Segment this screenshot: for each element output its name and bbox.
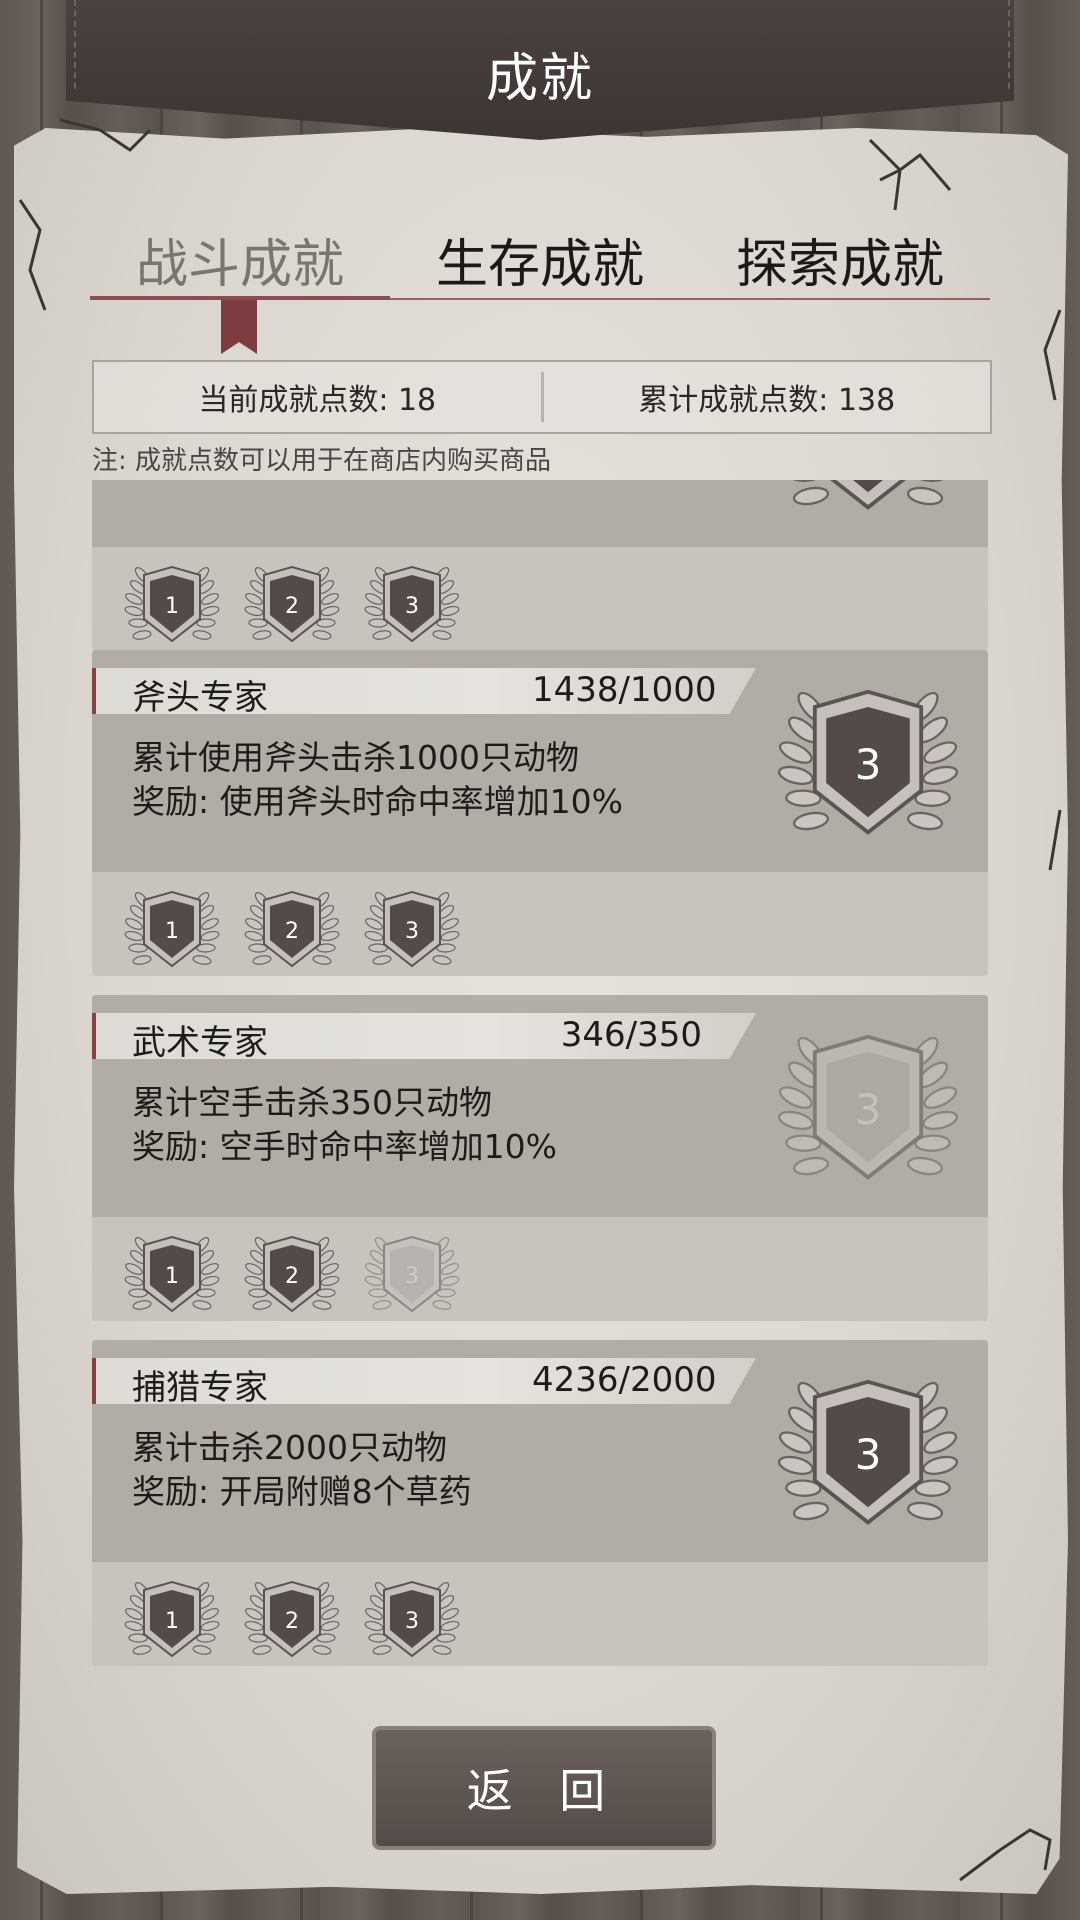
points-box: 当前成就点数: 18 累计成就点数: 138 bbox=[92, 360, 992, 434]
tab-survival[interactable]: 生存成就 bbox=[390, 222, 690, 297]
svg-text:3: 3 bbox=[855, 1430, 882, 1479]
achievement-card[interactable]: 斧头专家 1438/1000 累计使用斧头击杀1000只动物 奖励: 使用斧头时… bbox=[92, 650, 988, 976]
svg-text:1: 1 bbox=[165, 919, 179, 944]
tier-badge-icon: 1 bbox=[124, 1235, 220, 1313]
achievement-card-partial: 1 2 3 bbox=[92, 480, 988, 651]
achievement-name: 斧头专家 bbox=[132, 678, 268, 718]
svg-text:1: 1 bbox=[165, 1264, 179, 1289]
tier-badge-icon: 2 bbox=[244, 1580, 340, 1658]
achievement-reward: 奖励: 开局附赠8个草药 bbox=[132, 1472, 472, 1511]
tab-combat[interactable]: 战斗成就 bbox=[90, 222, 390, 297]
svg-text:3: 3 bbox=[855, 740, 882, 789]
svg-text:1: 1 bbox=[165, 594, 179, 619]
return-button[interactable]: 返 回 bbox=[372, 1726, 716, 1850]
achievement-progress: 4236/2000 bbox=[532, 1360, 717, 1400]
svg-text:3: 3 bbox=[405, 1609, 419, 1634]
achievement-name: 捕猎专家 bbox=[132, 1368, 268, 1408]
achievement-goal: 累计击杀2000只动物 bbox=[132, 1428, 447, 1467]
tab-active-underline bbox=[90, 296, 390, 300]
laurel-badge-icon: 3 bbox=[777, 1034, 959, 1180]
tier-badge-icon: 3 bbox=[364, 565, 460, 643]
achievement-progress: 1438/1000 bbox=[532, 670, 717, 710]
achievement-card[interactable]: 捕猎专家 4236/2000 累计击杀2000只动物 奖励: 开局附赠8个草药 … bbox=[92, 1340, 988, 1666]
svg-text:3: 3 bbox=[405, 919, 419, 944]
laurel-badge-icon bbox=[785, 480, 951, 510]
tier-badge-icon: 2 bbox=[244, 1235, 340, 1313]
svg-text:3: 3 bbox=[405, 1264, 419, 1289]
svg-text:3: 3 bbox=[855, 1085, 882, 1134]
current-points: 当前成就点数: 18 bbox=[198, 383, 437, 418]
tier-badge-icon: 1 bbox=[124, 565, 220, 643]
achievement-list[interactable]: 1 2 3 斧头专家 1438/1000 累计使用斧头击杀1000只动物 奖励:… bbox=[0, 480, 1080, 1680]
svg-text:2: 2 bbox=[285, 919, 299, 944]
achievement-goal: 累计空手击杀350只动物 bbox=[132, 1083, 492, 1122]
achievement-name: 武术专家 bbox=[132, 1023, 268, 1063]
tier-badge-icon: 1 bbox=[124, 890, 220, 968]
tier-badge-icon: 2 bbox=[244, 565, 340, 643]
achievement-card[interactable]: 武术专家 346/350 累计空手击杀350只动物 奖励: 空手时命中率增加10… bbox=[92, 995, 988, 1321]
tab-exploration[interactable]: 探索成就 bbox=[690, 222, 990, 297]
points-note: 注: 成就点数可以用于在商店内购买商品 bbox=[92, 446, 552, 476]
svg-text:2: 2 bbox=[285, 594, 299, 619]
tier-badge-icon: 3 bbox=[364, 1235, 460, 1313]
laurel-badge-icon: 3 bbox=[777, 689, 959, 835]
achievement-progress: 346/350 bbox=[560, 1015, 702, 1055]
laurel-badge-icon: 3 bbox=[777, 1379, 959, 1525]
achievement-tabs: 战斗成就 生存成就 探索成就 bbox=[90, 222, 990, 302]
achievement-reward: 奖励: 使用斧头时命中率增加10% bbox=[132, 782, 623, 821]
achievement-goal: 累计使用斧头击杀1000只动物 bbox=[132, 738, 579, 777]
achievement-description: 累计击杀2000只动物 奖励: 开局附赠8个草药 bbox=[132, 1426, 472, 1514]
achievement-reward: 奖励: 空手时命中率增加10% bbox=[132, 1127, 557, 1166]
svg-text:3: 3 bbox=[405, 594, 419, 619]
total-points: 累计成就点数: 138 bbox=[638, 383, 896, 418]
page-title: 成就 bbox=[485, 49, 594, 109]
achievement-description: 累计空手击杀350只动物 奖励: 空手时命中率增加10% bbox=[132, 1081, 557, 1169]
tier-badge-icon: 3 bbox=[364, 890, 460, 968]
svg-text:2: 2 bbox=[285, 1264, 299, 1289]
svg-text:2: 2 bbox=[285, 1609, 299, 1634]
achievement-description: 累计使用斧头击杀1000只动物 奖励: 使用斧头时命中率增加10% bbox=[132, 736, 623, 824]
tier-badge-icon: 3 bbox=[364, 1580, 460, 1658]
svg-text:1: 1 bbox=[165, 1609, 179, 1634]
tier-badge-icon: 2 bbox=[244, 890, 340, 968]
tier-badge-icon: 1 bbox=[124, 1580, 220, 1658]
